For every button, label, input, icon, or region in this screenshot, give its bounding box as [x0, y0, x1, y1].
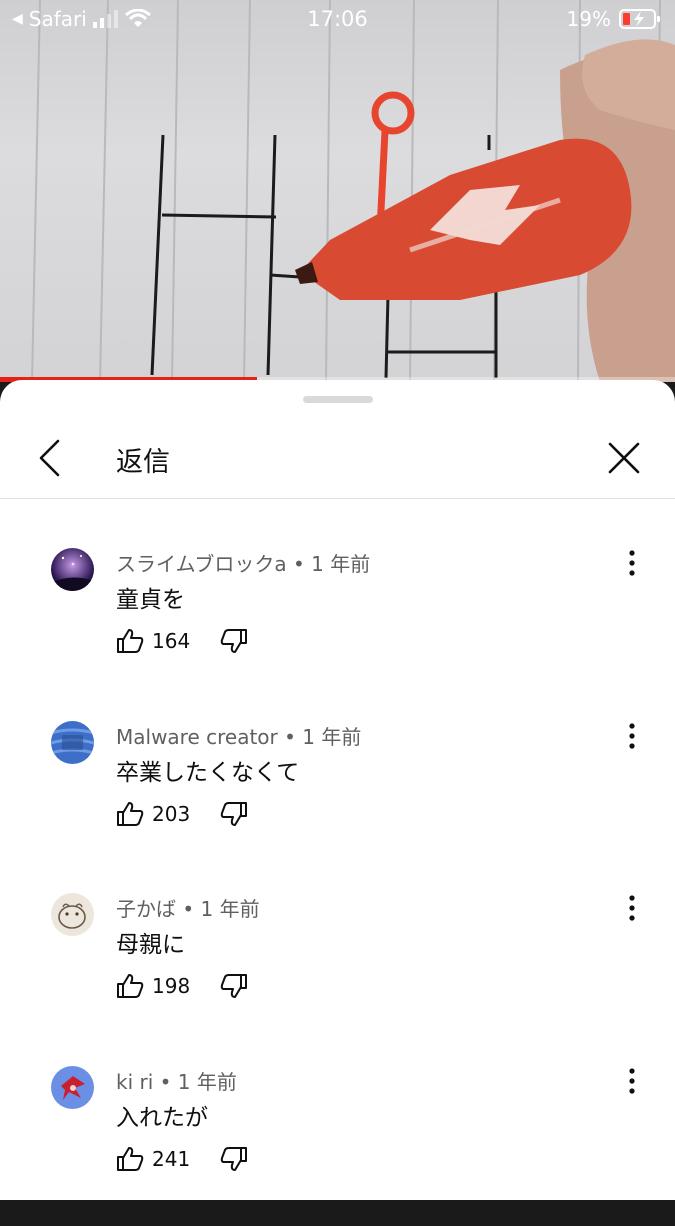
dislike-button[interactable] — [220, 628, 248, 654]
thumb-down-icon — [220, 974, 248, 998]
comment-author[interactable]: スライムブロックa — [116, 552, 287, 576]
back-button[interactable] — [30, 438, 70, 478]
meta-separator: • — [159, 1069, 178, 1094]
comment-actions: 241 — [116, 1144, 248, 1174]
replies-sheet: 返信 スライムブロックa • 1 年前 童貞を 164 Malware crea… — [0, 380, 675, 1200]
comment-more-button[interactable] — [620, 1066, 644, 1096]
more-vert-icon — [629, 722, 635, 749]
like-button[interactable]: 241 — [116, 1146, 190, 1172]
close-button[interactable] — [604, 438, 644, 478]
comment-actions: 198 — [116, 971, 248, 1001]
status-bar: ◀ Safari 17:06 19% — [0, 0, 675, 38]
comment-author[interactable]: ki ri — [116, 1070, 153, 1094]
comment-age: 1 年前 — [311, 552, 371, 576]
comment-more-button[interactable] — [620, 893, 644, 923]
video-frame — [31, 0, 675, 382]
dislike-button[interactable] — [220, 801, 248, 827]
comment-meta: Malware creator • 1 年前 — [116, 721, 361, 750]
avatar[interactable] — [51, 893, 94, 936]
sheet-title: 返信 — [116, 447, 170, 478]
like-count: 203 — [152, 801, 191, 826]
dislike-button[interactable] — [220, 973, 248, 999]
meta-separator: • — [293, 552, 312, 576]
comment-item: スライムブロックa • 1 年前 童貞を 164 — [0, 548, 675, 708]
more-vert-icon — [629, 895, 635, 921]
comment-age: 1 年前 — [200, 897, 260, 921]
comment-text: 卒業したくなくて — [116, 759, 300, 786]
battery-percentage: 19% — [566, 7, 611, 31]
comment-item: 子かば • 1 年前 母親に 198 — [0, 893, 675, 1053]
more-vert-icon — [629, 550, 635, 576]
like-count: 241 — [152, 1146, 191, 1171]
comment-item: Malware creator • 1 年前 卒業したくなくて 203 — [0, 720, 675, 881]
thumb-down-icon — [220, 801, 248, 826]
thumb-up-icon — [117, 974, 144, 998]
comment-text: 童貞を — [116, 587, 185, 613]
comment-text: 入れたが — [116, 1104, 208, 1131]
like-button[interactable]: 164 — [116, 628, 190, 654]
comment-actions: 203 — [116, 799, 248, 829]
like-count: 198 — [152, 974, 191, 998]
like-count: 164 — [152, 629, 191, 653]
comment-meta: スライムブロックa • 1 年前 — [116, 548, 370, 577]
comment-actions: 164 — [116, 626, 248, 656]
dislike-button[interactable] — [220, 1146, 248, 1172]
like-button[interactable]: 203 — [116, 801, 190, 827]
avatar[interactable] — [51, 548, 94, 591]
comment-meta: ki ri • 1 年前 — [116, 1066, 237, 1095]
drag-handle[interactable] — [303, 396, 373, 403]
comment-more-button[interactable] — [620, 721, 644, 751]
comment-more-button[interactable] — [620, 548, 644, 578]
comment-author[interactable]: Malware creator — [116, 725, 278, 749]
thumb-down-icon — [220, 629, 248, 653]
thumb-down-icon — [220, 1146, 248, 1171]
comment-age: 1 年前 — [302, 724, 362, 749]
sheet-header: 返信 — [0, 420, 675, 499]
close-icon — [608, 442, 640, 474]
comment-text: 母親に — [116, 932, 185, 958]
chevron-left-icon — [39, 439, 60, 477]
video-player[interactable]: ◀ Safari 17:06 19% — [0, 0, 675, 382]
battery-charging-icon — [619, 9, 660, 29]
avatar[interactable] — [51, 720, 94, 764]
meta-separator: • — [284, 724, 303, 749]
comment-meta: 子かば • 1 年前 — [116, 893, 260, 922]
thumb-up-icon — [117, 629, 144, 653]
thumb-up-icon — [117, 801, 144, 826]
avatar[interactable] — [51, 1065, 94, 1109]
comment-author[interactable]: 子かば — [116, 897, 176, 921]
comment-item: ki ri • 1 年前 入れたが 241 — [0, 1065, 675, 1226]
thumb-up-icon — [117, 1146, 144, 1171]
like-button[interactable]: 198 — [116, 973, 190, 999]
comment-age: 1 年前 — [177, 1069, 237, 1094]
more-vert-icon — [629, 1067, 635, 1094]
meta-separator: • — [182, 897, 201, 921]
